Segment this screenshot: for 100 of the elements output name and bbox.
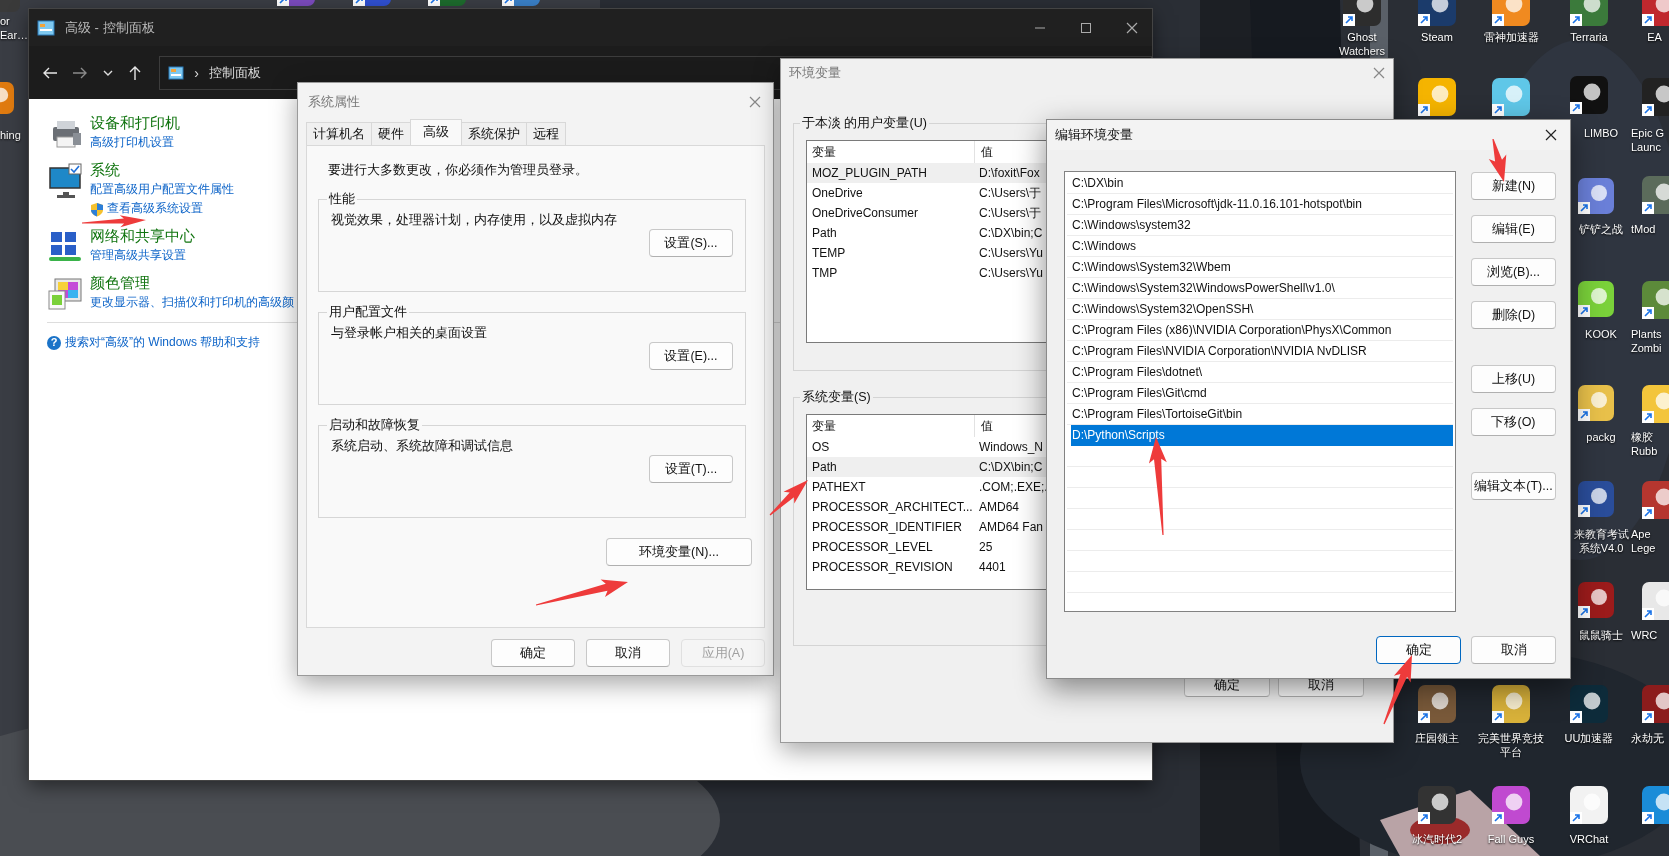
variable-name: OneDriveConsumer <box>811 206 920 220</box>
app-icon <box>1416 683 1458 725</box>
variable-name: PROCESSOR_ARCHITECT... <box>811 500 974 514</box>
window-title: 系统属性 <box>308 93 360 111</box>
path-entry[interactable]: C:\Windows <box>1067 236 1453 257</box>
action-button[interactable]: 编辑文本(T)... <box>1471 472 1556 500</box>
variable-name: Path <box>811 226 838 240</box>
settings-link[interactable]: 管理高级共享设置 <box>90 246 186 265</box>
tab[interactable]: 远程 <box>526 122 566 145</box>
breadcrumb-item[interactable]: 控制面板 <box>208 63 261 82</box>
app-icon <box>1568 74 1610 116</box>
icon-label: WRC <box>1631 628 1659 642</box>
icon-label: tMod <box>1631 222 1657 236</box>
back-icon[interactable] <box>42 65 58 80</box>
settings-button[interactable]: 设置(E)... <box>649 342 733 370</box>
column-header[interactable]: 值 <box>975 417 993 435</box>
path-entry[interactable]: C:\Windows\System32\Wbem <box>1067 257 1453 278</box>
action-button[interactable]: 上移(U) <box>1471 365 1556 393</box>
icon-label: or Ear… <box>0 14 28 42</box>
settings-link[interactable]: 更改显示器、扫描仪和打印机的高级颜 <box>90 293 294 312</box>
variable-value: C:\Users\Yu <box>978 246 1044 260</box>
variable-value: .COM;.EXE;. <box>978 480 1048 494</box>
dialog-button[interactable]: 取消 <box>1471 636 1556 664</box>
variable-name: OneDrive <box>811 186 864 200</box>
icon-label: 永劫无 <box>1631 731 1665 745</box>
icon-label: EA <box>1646 30 1663 44</box>
path-entry[interactable]: C:\Program Files\Git\cmd <box>1067 383 1453 404</box>
control-panel-icon <box>37 19 55 36</box>
path-entry[interactable]: C:\Windows\system32 <box>1067 215 1453 236</box>
group-title: 用户配置文件 <box>328 304 408 321</box>
shield-icon <box>90 202 104 217</box>
breadcrumb-separator: › <box>194 64 199 81</box>
app-icon <box>1576 176 1616 216</box>
action-button[interactable]: 删除(D) <box>1471 301 1556 329</box>
up-icon[interactable] <box>128 64 142 81</box>
column-header[interactable]: 值 <box>975 143 993 161</box>
settings-link[interactable]: 配置高级用户配置文件属性 <box>90 180 234 199</box>
category-title[interactable]: 网络和共享中心 <box>90 226 195 246</box>
path-entry[interactable]: C:\Program Files (x86)\NVIDIA Corporation\PhysX\Common <box>1067 320 1453 341</box>
icon-label: Terraria <box>1569 30 1609 44</box>
path-entry[interactable]: C:\Windows\System32\WindowsPowerShell\v1.0\ <box>1067 278 1453 299</box>
variable-value: C:\Users\于 <box>978 204 1041 222</box>
variable-value: C:\DX\bin;C <box>978 226 1043 240</box>
control-panel-icon <box>168 65 185 80</box>
variable-value: C:\Users\Yu <box>978 266 1044 280</box>
path-entry[interactable]: C:\Program Files\Microsoft\jdk-11.0.16.101-hotspot\bin <box>1067 194 1453 215</box>
icon-label: 来教育考试 系统V4.0 <box>1573 527 1629 555</box>
app-icon <box>1416 76 1458 118</box>
path-entry[interactable]: C:\Program Files\dotnet\ <box>1067 362 1453 383</box>
category-title[interactable]: 系统 <box>90 160 234 180</box>
tab[interactable]: 计算机名 <box>306 122 372 145</box>
variable-value: Windows_N <box>978 440 1044 454</box>
icon-label: 雷神加速器 <box>1482 30 1540 44</box>
category-title[interactable]: 设备和打印机 <box>90 113 180 133</box>
dialog-button[interactable]: 取消 <box>586 639 670 667</box>
app-icon <box>1490 683 1532 725</box>
action-button[interactable]: 编辑(E) <box>1471 215 1556 243</box>
path-entry[interactable]: C:\DX\bin <box>1067 173 1453 194</box>
maximize-icon[interactable] <box>1080 21 1092 34</box>
dialog-button[interactable]: 确定 <box>1376 636 1461 664</box>
icon-label: Ape Lege <box>1631 527 1657 555</box>
icon-label: Epic G Launc <box>1631 126 1665 154</box>
tab[interactable]: 高级 <box>410 119 462 145</box>
column-header[interactable]: 变量 <box>807 415 975 437</box>
app-icon <box>1416 784 1458 826</box>
variable-value: AMD64 <box>978 500 1019 514</box>
admin-note: 要进行大多数更改，你必须作为管理员登录。 <box>328 162 589 179</box>
variable-value: 4401 <box>978 560 1006 574</box>
variable-name: TMP <box>811 266 839 280</box>
variable-value: D:\foxit\Fox <box>978 166 1040 180</box>
close-icon[interactable] <box>1126 21 1138 34</box>
window-title: 环境变量 <box>789 64 841 82</box>
path-entry[interactable]: D:\Python\Scripts <box>1071 425 1453 446</box>
group-description: 与登录帐户相关的桌面设置 <box>331 325 488 342</box>
group-title: 性能 <box>328 191 356 208</box>
path-entry[interactable]: C:\Program Files\NVIDIA Corporation\NVIDIA NvDLISR <box>1067 341 1453 362</box>
settings-link[interactable]: 高级打印机设置 <box>90 133 174 152</box>
icon-label: hing <box>0 128 22 142</box>
annotation-arrow <box>1383 655 1412 725</box>
close-icon[interactable] <box>1545 129 1557 141</box>
action-button[interactable]: 浏览(B)... <box>1471 258 1556 286</box>
category-title[interactable]: 颜色管理 <box>90 273 294 293</box>
category-icon <box>47 162 83 198</box>
settings-button[interactable]: 设置(S)... <box>649 229 733 257</box>
variable-name: PROCESSOR_REVISION <box>811 560 954 574</box>
variable-name: OS <box>811 440 831 454</box>
help-link[interactable]: 搜索对“高级”的 Windows 帮助和支持 <box>65 333 261 352</box>
action-button[interactable]: 新建(N) <box>1471 172 1556 200</box>
settings-button[interactable]: 设置(T)... <box>649 455 733 483</box>
window-title: 编辑环境变量 <box>1055 126 1133 144</box>
action-button[interactable]: 下移(O) <box>1471 408 1556 436</box>
icon-label: Steam <box>1420 30 1454 44</box>
forward-icon[interactable] <box>72 65 88 80</box>
environment-variables-button[interactable]: 环境变量(N)... <box>606 538 752 566</box>
group-title: 系统变量(S) <box>801 389 872 406</box>
settings-link[interactable]: 查看高级系统设置 <box>107 199 203 218</box>
dialog-button[interactable]: 确定 <box>491 639 575 667</box>
app-icon <box>1490 784 1532 826</box>
icon-label: Ghost Watchers <box>1337 30 1386 58</box>
path-entry[interactable]: C:\Windows\System32\OpenSSH\ <box>1067 299 1453 320</box>
